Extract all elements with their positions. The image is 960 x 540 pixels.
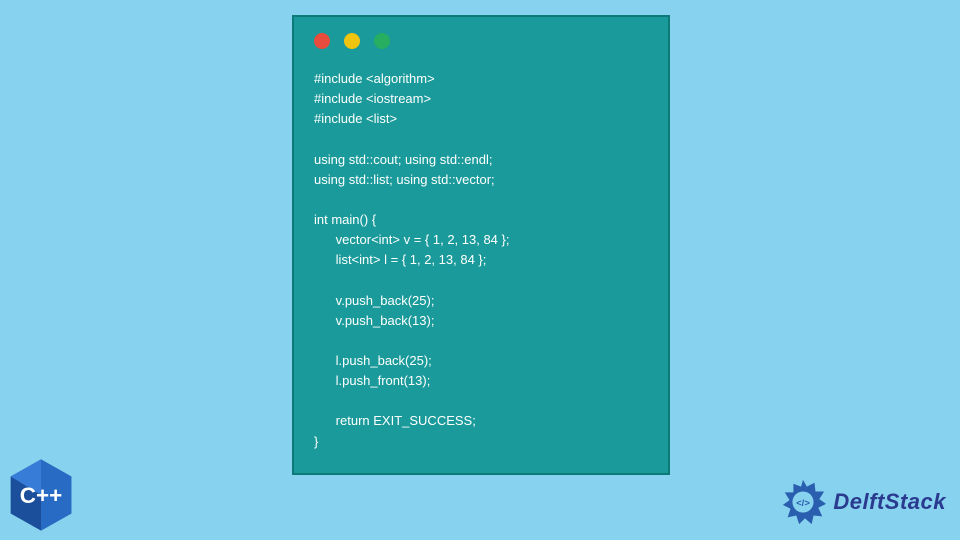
close-icon: [314, 33, 330, 49]
code-window: #include <algorithm> #include <iostream>…: [292, 15, 670, 475]
brand-logo: </> DelftStack: [779, 478, 946, 526]
maximize-icon: [374, 33, 390, 49]
svg-text:</>: </>: [796, 498, 810, 509]
cpp-badge-icon: C++: [8, 458, 74, 532]
code-block: #include <algorithm> #include <iostream>…: [294, 59, 668, 472]
window-controls: [294, 17, 668, 59]
cpp-label: C++: [20, 483, 62, 508]
brand-name: DelftStack: [833, 489, 946, 515]
delft-gear-icon: </>: [779, 478, 827, 526]
minimize-icon: [344, 33, 360, 49]
